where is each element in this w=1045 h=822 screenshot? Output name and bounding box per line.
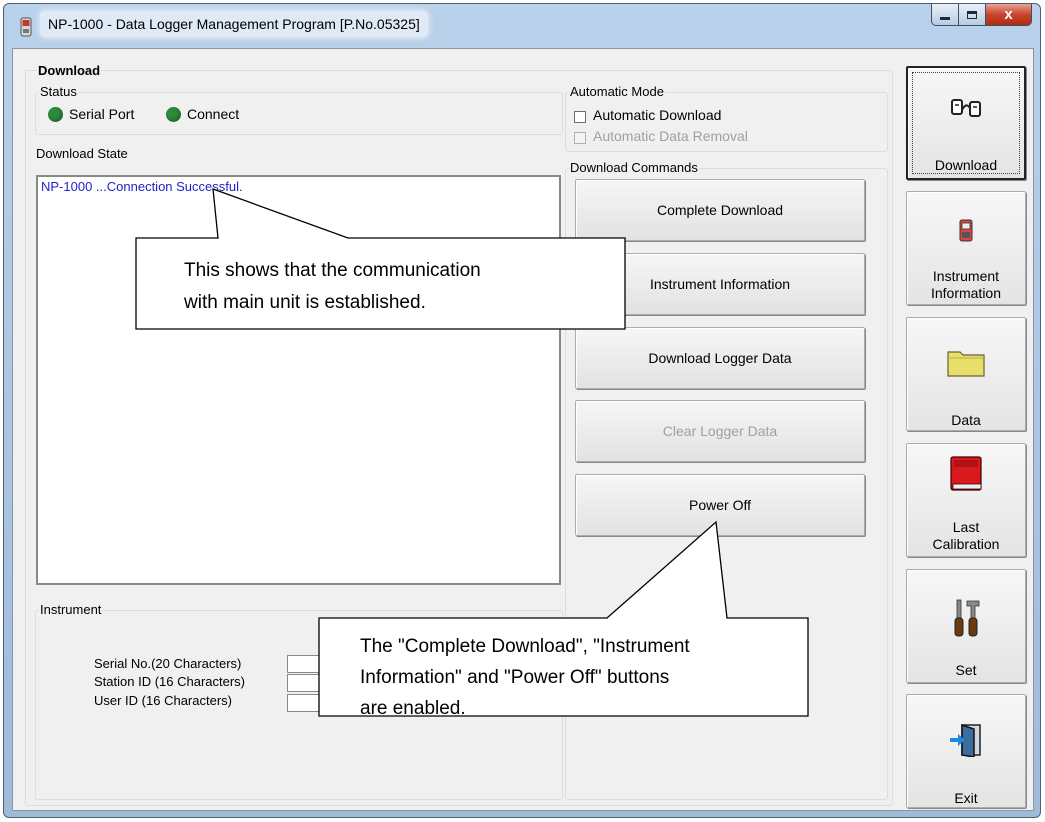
minimize-icon: [940, 17, 950, 20]
power-off-label: Power Off: [689, 497, 751, 513]
station-id-field[interactable]: [287, 674, 327, 692]
tools-icon: [954, 599, 980, 637]
nav-exit-button[interactable]: Exit: [906, 694, 1026, 808]
download-state-label: Download State: [36, 146, 128, 161]
exit-door-icon: [950, 723, 981, 757]
status-group-title: Status: [39, 84, 78, 100]
automatic-data-removal-checkbox[interactable]: [574, 132, 586, 144]
folder-icon: [947, 351, 985, 377]
download-logger-data-label: Download Logger Data: [648, 350, 792, 366]
nav-download-label: Download: [934, 157, 998, 173]
connect-label: Connect: [187, 106, 240, 122]
download-commands-title: Download Commands: [569, 160, 699, 176]
power-off-button[interactable]: Power Off: [575, 474, 865, 536]
window-title: NP-1000 - Data Logger Management Program…: [40, 11, 428, 37]
nav-instrument-line2: Information: [930, 285, 1002, 301]
nav-instrument-information-button[interactable]: Instrument Information: [906, 191, 1026, 305]
connection-callout-line1: This shows that the communication: [184, 260, 481, 281]
status-group: Status Serial Port Connect: [35, 84, 563, 135]
close-button[interactable]: x: [986, 4, 1032, 26]
nav-download-button[interactable]: Download: [906, 66, 1026, 180]
minimize-button[interactable]: [931, 4, 959, 26]
download-group-title: Download: [37, 63, 102, 79]
station-id-label: Station ID (16 Characters): [94, 674, 246, 689]
instrument-information-button[interactable]: Instrument Information: [575, 253, 865, 315]
nav-exit-label: Exit: [954, 790, 978, 806]
serial-port-led: [48, 107, 63, 122]
nav-set-button[interactable]: Set: [906, 569, 1026, 683]
nav-last-calibration-button[interactable]: Last Calibration: [906, 443, 1026, 557]
connect-led: [166, 107, 181, 122]
nav-set-label: Set: [955, 662, 977, 678]
nav-data-button[interactable]: Data: [906, 317, 1026, 431]
nav-last-calibration-line1: Last: [952, 519, 980, 535]
automatic-download-label[interactable]: Automatic Download: [593, 107, 721, 123]
automatic-data-removal-label[interactable]: Automatic Data Removal: [593, 128, 748, 144]
instrument-icon: [959, 219, 973, 242]
app-window: NP-1000 - Data Logger Management Program…: [3, 3, 1041, 818]
clear-logger-data-button[interactable]: Clear Logger Data: [575, 400, 865, 462]
close-icon: x: [1004, 6, 1013, 23]
client-area: Download Status Serial Port Connect Down…: [12, 48, 1034, 811]
window-controls: x: [931, 4, 1032, 26]
instrument-group-title: Instrument: [39, 602, 103, 618]
red-book-icon: [950, 456, 982, 491]
user-id-field[interactable]: [287, 694, 327, 712]
buttons-enabled-callout-line1: The "Complete Download", "Instrument: [360, 636, 690, 657]
automatic-download-checkbox[interactable]: [574, 111, 586, 123]
maximize-button[interactable]: [959, 4, 986, 26]
buttons-enabled-callout-line2: Information" and "Power Off" buttons: [360, 667, 670, 688]
serial-port-label: Serial Port: [69, 106, 135, 122]
log-line: NP-1000 ...Connection Successful.: [41, 179, 243, 194]
nav-data-label: Data: [951, 412, 981, 428]
download-logger-data-button[interactable]: Download Logger Data: [575, 327, 865, 389]
complete-download-label: Complete Download: [656, 202, 784, 218]
nav-last-calibration-line2: Calibration: [932, 536, 1000, 552]
complete-download-button[interactable]: Complete Download: [575, 179, 865, 241]
nav-instrument-line1: Instrument: [932, 268, 1000, 284]
serial-no-field[interactable]: [287, 655, 327, 673]
buttons-enabled-callout-line3: are enabled.: [360, 698, 466, 719]
instrument-information-label: Instrument Information: [649, 276, 791, 292]
user-id-label: User ID (16 Characters): [94, 693, 232, 708]
serial-no-label: Serial No.(20 Characters): [94, 656, 242, 671]
clear-logger-data-label: Clear Logger Data: [662, 423, 778, 439]
title-bar[interactable]: NP-1000 - Data Logger Management Program…: [4, 4, 1040, 48]
automatic-mode-title: Automatic Mode: [569, 84, 665, 100]
app-icon: [20, 17, 32, 37]
maximize-icon: [967, 10, 977, 19]
download-state-log[interactable]: NP-1000 ...Connection Successful.: [36, 175, 561, 585]
connection-callout-line2: with main unit is established.: [184, 292, 426, 313]
